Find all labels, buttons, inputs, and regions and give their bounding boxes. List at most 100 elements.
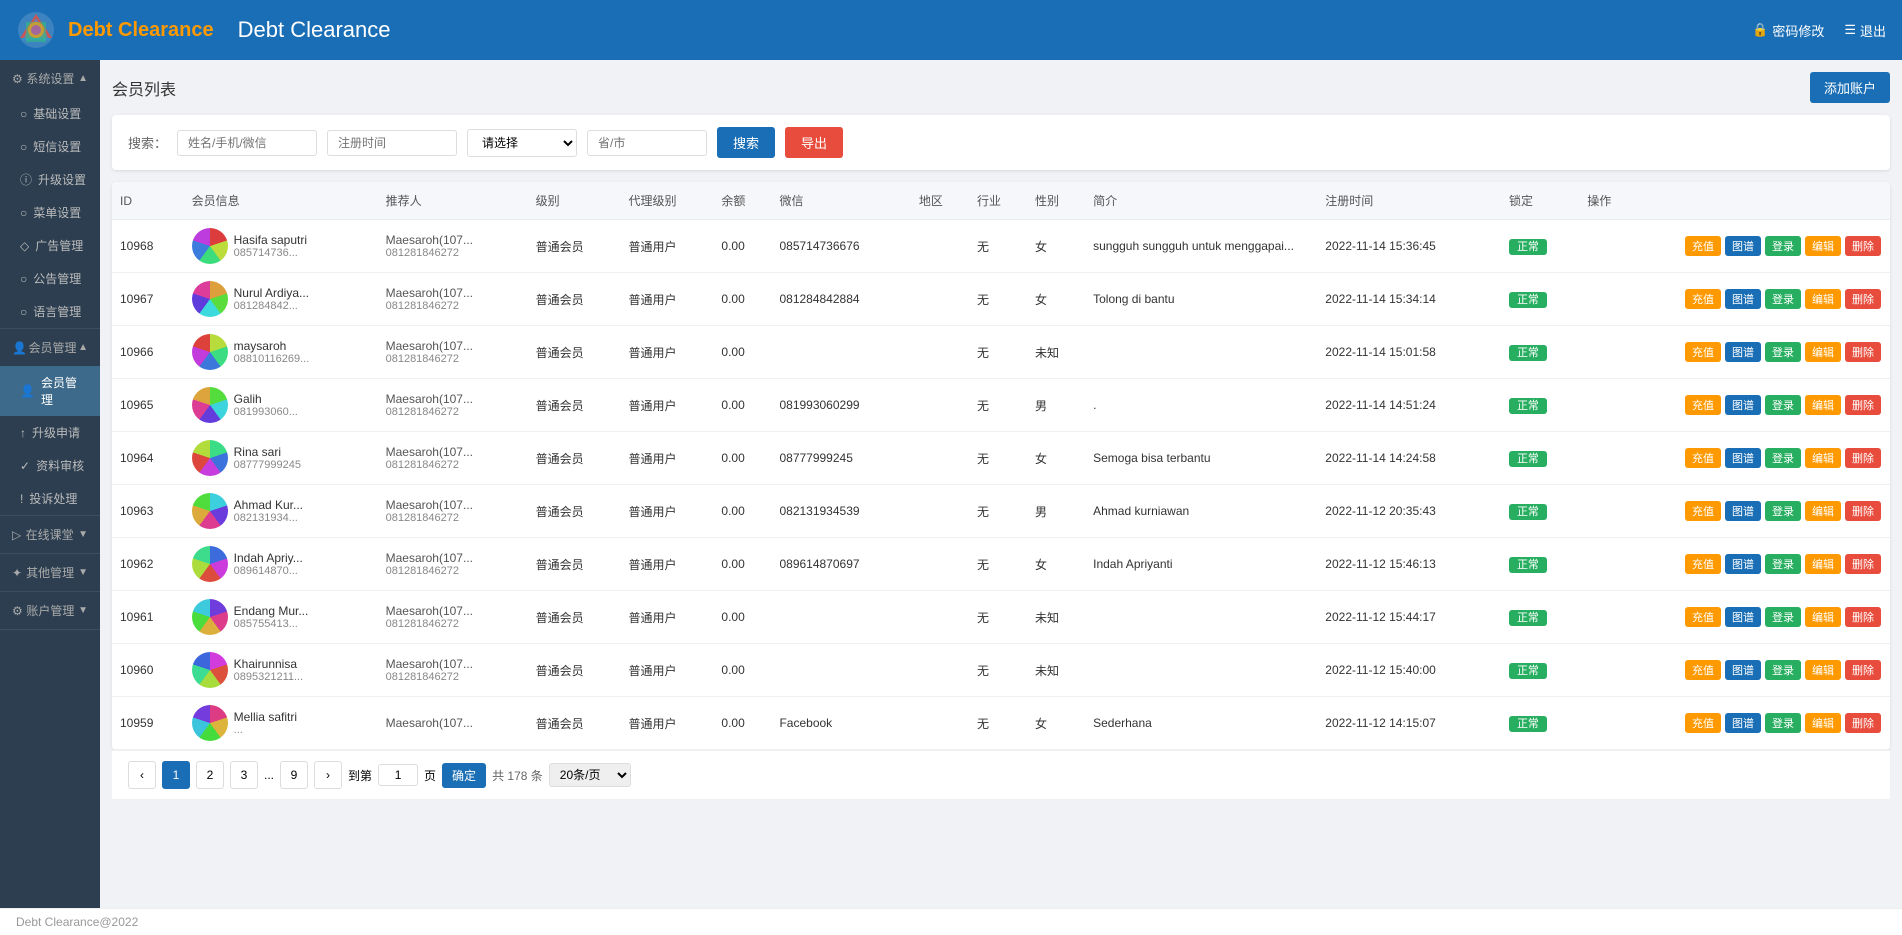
login-btn[interactable]: 登录: [1765, 501, 1801, 521]
login-btn[interactable]: 登录: [1765, 448, 1801, 468]
recharge-btn[interactable]: 充值: [1685, 236, 1721, 256]
edit-btn[interactable]: 编辑: [1805, 236, 1841, 256]
add-account-button[interactable]: 添加账户: [1810, 72, 1890, 103]
sidebar-item-menu[interactable]: ○ 菜单设置: [0, 196, 100, 229]
sidebar-item-member-list[interactable]: 👤 会员管理: [0, 366, 100, 416]
goto-confirm-btn[interactable]: 确定: [442, 763, 486, 788]
status-badge: 正常: [1509, 451, 1547, 467]
edit-btn[interactable]: 编辑: [1805, 289, 1841, 309]
recharge-btn[interactable]: 充值: [1685, 713, 1721, 733]
status-badge: 正常: [1509, 504, 1547, 520]
delete-btn[interactable]: 删除: [1845, 448, 1881, 468]
cell-industry: 无: [969, 485, 1027, 538]
login-btn[interactable]: 登录: [1765, 660, 1801, 680]
edit-btn[interactable]: 编辑: [1805, 342, 1841, 362]
sidebar-item-upgrade[interactable]: ⓘ 升级设置: [0, 163, 100, 196]
search-button[interactable]: 搜索: [717, 127, 775, 158]
prev-page-btn[interactable]: ‹: [128, 761, 156, 789]
sidebar-item-upgrade-apply[interactable]: ↑ 升级申请: [0, 416, 100, 449]
recharge-btn[interactable]: 充值: [1685, 289, 1721, 309]
logout-btn[interactable]: ☰ 退出: [1844, 21, 1886, 40]
login-btn[interactable]: 登录: [1765, 395, 1801, 415]
sidebar-section-member-header[interactable]: 👤 会员管理 ▲: [0, 329, 100, 366]
qrcode-btn[interactable]: 图谱: [1725, 236, 1761, 256]
qrcode-btn[interactable]: 图谱: [1725, 342, 1761, 362]
qrcode-btn[interactable]: 图谱: [1725, 554, 1761, 574]
table-row: 10963 Ahmad Kur... 082131934... Maesaroh…: [112, 485, 1890, 538]
login-btn[interactable]: 登录: [1765, 289, 1801, 309]
page-2-btn[interactable]: 2: [196, 761, 224, 789]
edit-btn[interactable]: 编辑: [1805, 395, 1841, 415]
login-btn[interactable]: 登录: [1765, 554, 1801, 574]
password-change-btn[interactable]: 🔒 密码修改: [1752, 21, 1824, 40]
recharge-btn[interactable]: 充值: [1685, 448, 1721, 468]
qrcode-btn[interactable]: 图谱: [1725, 289, 1761, 309]
qrcode-btn[interactable]: 图谱: [1725, 607, 1761, 627]
edit-btn[interactable]: 编辑: [1805, 607, 1841, 627]
next-page-btn[interactable]: ›: [314, 761, 342, 789]
sidebar-item-notice[interactable]: ○ 公告管理: [0, 262, 100, 295]
sidebar-item-complaint[interactable]: ! 投诉处理: [0, 482, 100, 515]
login-btn[interactable]: 登录: [1765, 342, 1801, 362]
recharge-btn[interactable]: 充值: [1685, 395, 1721, 415]
qrcode-btn[interactable]: 图谱: [1725, 713, 1761, 733]
qrcode-btn[interactable]: 图谱: [1725, 448, 1761, 468]
recharge-btn[interactable]: 充值: [1685, 501, 1721, 521]
edit-btn[interactable]: 编辑: [1805, 660, 1841, 680]
search-input[interactable]: [177, 130, 317, 156]
sidebar-item-sms[interactable]: ○ 短信设置: [0, 130, 100, 163]
sidebar-item-lang[interactable]: ○ 语言管理: [0, 295, 100, 328]
recharge-btn[interactable]: 充值: [1685, 607, 1721, 627]
sidebar-section-system-header[interactable]: ⚙ 系统设置 ▲: [0, 60, 100, 97]
sidebar-item-ads[interactable]: ◇ 广告管理: [0, 229, 100, 262]
page-3-btn[interactable]: 3: [230, 761, 258, 789]
edit-btn[interactable]: 编辑: [1805, 554, 1841, 574]
qrcode-btn[interactable]: 图谱: [1725, 660, 1761, 680]
col-region: 地区: [911, 182, 969, 220]
login-btn[interactable]: 登录: [1765, 236, 1801, 256]
delete-btn[interactable]: 删除: [1845, 501, 1881, 521]
city-input[interactable]: [587, 130, 707, 156]
level-select[interactable]: 请选择: [467, 129, 577, 157]
edit-btn[interactable]: 编辑: [1805, 501, 1841, 521]
login-btn[interactable]: 登录: [1765, 607, 1801, 627]
member-phone: 08777999245: [234, 459, 301, 471]
sidebar-section-other-header[interactable]: ✦ 其他管理 ▼: [0, 554, 100, 591]
sidebar-item-audit[interactable]: ✓ 资料审核: [0, 449, 100, 482]
delete-btn[interactable]: 删除: [1845, 607, 1881, 627]
member-phone: 0895321211...: [234, 671, 304, 683]
page-1-btn[interactable]: 1: [162, 761, 190, 789]
qrcode-btn[interactable]: 图谱: [1725, 501, 1761, 521]
chevron-up-icon: ▲: [78, 73, 88, 84]
recharge-btn[interactable]: 充值: [1685, 660, 1721, 680]
recharge-btn[interactable]: 充值: [1685, 342, 1721, 362]
sidebar-section-other-label: 其他管理: [26, 564, 74, 581]
per-page-select[interactable]: 20条/页 50条/页 100条/页: [549, 763, 631, 787]
gear-icon: ⚙: [12, 72, 23, 86]
login-btn[interactable]: 登录: [1765, 713, 1801, 733]
delete-btn[interactable]: 删除: [1845, 342, 1881, 362]
export-button[interactable]: 导出: [785, 127, 843, 158]
cell-balance: 0.00: [713, 432, 771, 485]
lock-icon: 🔒: [1752, 22, 1768, 38]
delete-btn[interactable]: 删除: [1845, 236, 1881, 256]
goto-page-input[interactable]: [378, 764, 418, 786]
edit-btn[interactable]: 编辑: [1805, 713, 1841, 733]
cell-region: [911, 326, 969, 379]
edit-btn[interactable]: 编辑: [1805, 448, 1841, 468]
recharge-btn[interactable]: 充值: [1685, 554, 1721, 574]
delete-btn[interactable]: 删除: [1845, 289, 1881, 309]
cell-wechat: 089614870697: [771, 538, 910, 591]
delete-btn[interactable]: 删除: [1845, 713, 1881, 733]
qrcode-btn[interactable]: 图谱: [1725, 395, 1761, 415]
sidebar-item-basic[interactable]: ○ 基础设置: [0, 97, 100, 130]
delete-btn[interactable]: 删除: [1845, 395, 1881, 415]
sidebar-section-course-header[interactable]: ▷ 在线课堂 ▼: [0, 516, 100, 553]
page-9-btn[interactable]: 9: [280, 761, 308, 789]
delete-btn[interactable]: 删除: [1845, 554, 1881, 574]
cell-member-info: Khairunnisa 0895321211...: [184, 644, 378, 697]
sidebar-section-account-header[interactable]: ⚙ 账户管理 ▼: [0, 592, 100, 629]
delete-btn[interactable]: 删除: [1845, 660, 1881, 680]
date-input[interactable]: [327, 130, 457, 156]
referrer-phone: 081281846272: [386, 671, 520, 683]
